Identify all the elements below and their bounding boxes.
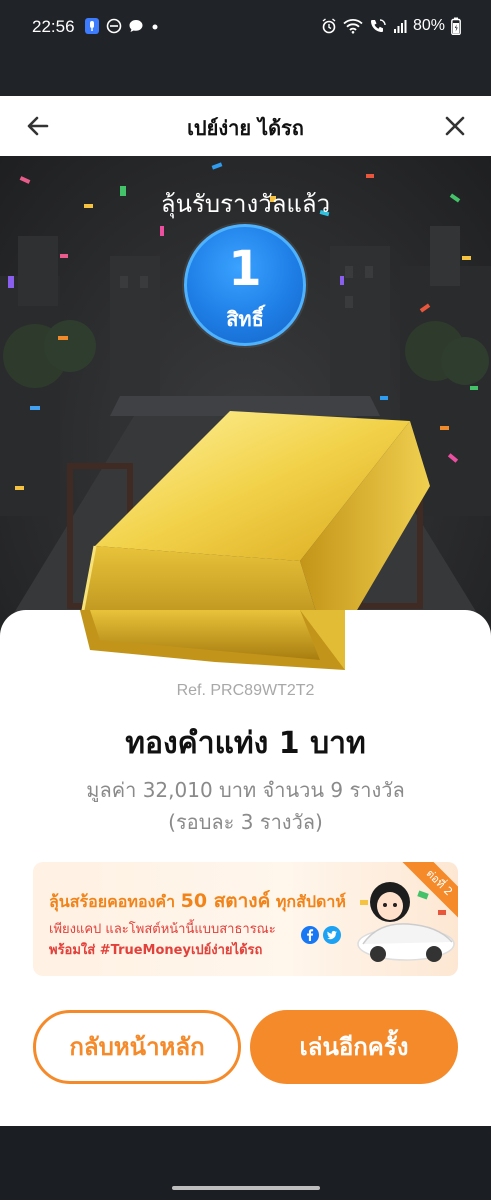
back-to-home-button[interactable]: กลับหน้าหลัก [33, 1010, 241, 1084]
home-indicator[interactable] [172, 1186, 320, 1190]
dot-icon [152, 24, 158, 30]
result-card: Ref. PRC89WT2T2 ทองคำแท่ง 1 บาท มูลค่า 3… [0, 610, 491, 1126]
signal-icon [393, 20, 407, 33]
status-time: 22:56 [32, 17, 75, 36]
close-icon [445, 116, 465, 136]
prize-name: ทองคำแท่ง 1 บาท [125, 726, 366, 761]
wifi-icon [343, 19, 363, 34]
battery-percent: 80% [412, 17, 445, 34]
promo-banner[interactable]: ลุ้นสร้อยคอทองคำ 50 สตางค์ ทุกสัปดาห์ เพ… [33, 862, 458, 976]
battery-charging-icon [451, 17, 461, 35]
prize-scene: ลุ้นรับรางวัลแล้ว 1 สิทธิ์ [0, 156, 491, 636]
facebook-icon [301, 926, 319, 944]
alarm-icon [322, 18, 336, 34]
notification-icons [84, 17, 160, 35]
status-bar: 22:56 80% [0, 0, 491, 96]
entitlement-badge: 1 สิทธิ์ [184, 224, 306, 346]
close-button[interactable] [439, 110, 471, 142]
wifi-calling-icon [370, 19, 386, 32]
app-header: เปย์ง่าย ได้รถ [0, 96, 491, 156]
prize-heading: ลุ้นรับรางวัลแล้ว [160, 190, 331, 218]
reference-code: Ref. PRC89WT2T2 [176, 682, 315, 699]
promo-headline-prefix: ลุ้นสร้อยคอทองคำ [49, 892, 176, 911]
prize-value: มูลค่า 32,010 บาท จำนวน 9 รางวัล [86, 778, 405, 802]
microphone-icon [85, 18, 99, 34]
chat-icon [129, 20, 143, 32]
promo-instruction: เพียงแคป และโพสต์หน้านี้แบบสาธารณะ [49, 922, 276, 937]
twitter-icon [323, 926, 341, 944]
page-title: เปย์ง่าย ได้รถ [187, 116, 304, 140]
entitlement-unit: สิทธิ์ [226, 307, 264, 331]
screen: 22:56 80% เปย์ง่าย ได้รถ ลุ้นรับรางวัลแล… [0, 0, 491, 1200]
gold-bar-overlap [80, 610, 345, 670]
play-again-button[interactable]: เล่นอีกครั้ง [250, 1010, 458, 1084]
promo-headline: ลุ้นสร้อยคอทองคำ 50 สตางค์ ทุกสัปดาห์ [49, 886, 346, 916]
promo-headline-highlight: 50 สตางค์ [180, 890, 271, 912]
prize-round: (รอบละ 3 รางวัล) [168, 810, 323, 834]
promo-hashtag: พร้อมใส่ #TrueMoneyเปย์ง่ายได้รถ [49, 943, 263, 958]
entitlement-count: 1 [228, 241, 262, 297]
promo-headline-suffix: ทุกสัปดาห์ [275, 892, 346, 911]
system-navigation-bar [0, 1126, 491, 1200]
system-icons: 80% [321, 17, 461, 35]
do-not-disturb-icon [106, 18, 122, 34]
